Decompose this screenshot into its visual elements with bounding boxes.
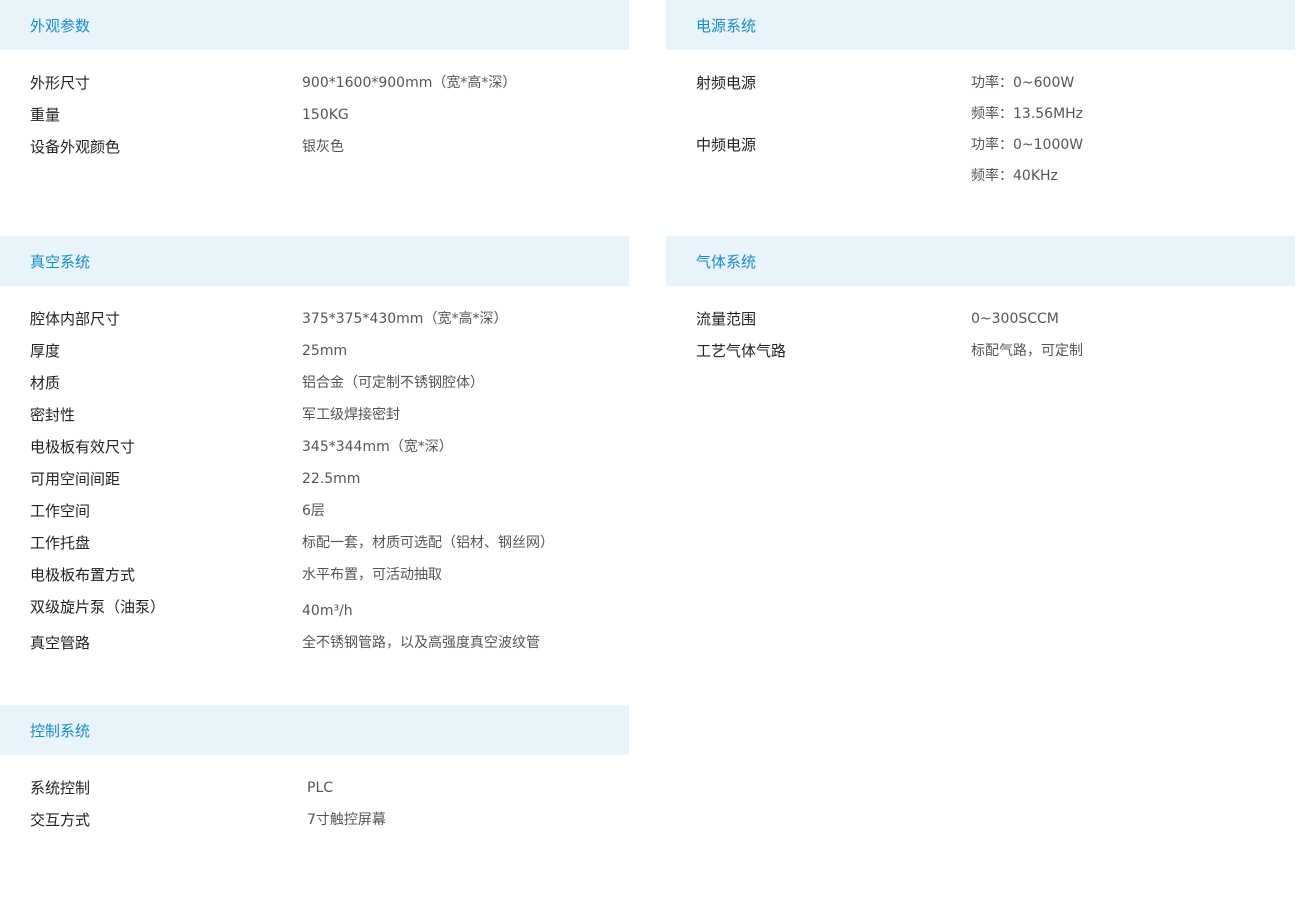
spec-row: 重量 150KG <box>0 99 629 131</box>
spec-label: 工作空间 <box>30 502 91 520</box>
spec-value: 水平布置，可活动抽取 <box>302 567 442 583</box>
spec-value: 150KG <box>302 107 349 123</box>
section-gas: 气体系统 流量范围 0~300SCCM 工艺气体气路 标配气路，可定制 <box>666 236 1295 367</box>
spec-label: 腔体内部尺寸 <box>30 310 121 328</box>
spec-value: 900*1600*900mm（宽*高*深） <box>302 75 517 91</box>
spec-value: 标配气路，可定制 <box>971 343 1083 359</box>
section-title: 电源系统 <box>696 16 757 35</box>
spec-row: 中频电源 功率：0~1000W 频率：40KHz <box>666 129 1295 191</box>
spec-value: PLC <box>307 780 334 796</box>
spec-label: 重量 <box>30 106 61 124</box>
spec-row: 射频电源 功率：0~600W 频率：13.56MHz <box>666 67 1295 129</box>
spec-value: 0~300SCCM <box>971 311 1059 327</box>
section-header-gas: 气体系统 <box>666 236 1295 286</box>
spec-value: 军工级焊接密封 <box>302 407 400 423</box>
spec-label: 交互方式 <box>30 811 91 829</box>
spec-value: 22.5mm <box>302 471 361 487</box>
spec-value: 全不锈钢管路，以及高强度真空波纹管 <box>302 635 540 651</box>
spec-value: 功率：0~1000W <box>971 137 1084 153</box>
spec-label: 厚度 <box>30 342 61 360</box>
section-title: 真空系统 <box>30 252 91 271</box>
spec-value: 7寸触控屏幕 <box>307 812 386 828</box>
spec-row: 电极板布置方式 水平布置，可活动抽取 <box>0 559 629 591</box>
spec-value: 铝合金（可定制不锈钢腔体） <box>302 375 484 391</box>
spec-label: 材质 <box>30 374 61 392</box>
spec-label: 可用空间间距 <box>30 470 121 488</box>
spec-label: 真空管路 <box>30 634 91 652</box>
spec-value: 345*344mm（宽*深） <box>302 439 453 455</box>
section-header-control: 控制系统 <box>0 705 629 755</box>
spec-label: 流量范围 <box>696 310 757 328</box>
spec-value: 频率：40KHz <box>971 168 1058 184</box>
section-control: 控制系统 系统控制 PLC 交互方式 7寸触控屏幕 <box>0 705 629 836</box>
spec-row: 厚度 25mm <box>0 335 629 367</box>
spec-label: 电极板有效尺寸 <box>30 438 136 456</box>
spec-row: 设备外观颜色 银灰色 <box>0 131 629 163</box>
spec-value: 银灰色 <box>302 139 344 155</box>
spec-label: 中频电源 <box>696 136 757 154</box>
spec-label: 外形尺寸 <box>30 74 91 92</box>
spec-row: 电极板有效尺寸 345*344mm（宽*深） <box>0 431 629 463</box>
section-appearance: 外观参数 外形尺寸 900*1600*900mm（宽*高*深） 重量 150KG… <box>0 0 629 163</box>
spec-label: 双级旋片泵（油泵） <box>30 598 166 616</box>
section-title: 外观参数 <box>30 16 91 35</box>
spec-label: 系统控制 <box>30 779 91 797</box>
spec-label: 密封性 <box>30 406 76 424</box>
spec-row: 密封性 军工级焊接密封 <box>0 399 629 431</box>
section-title: 气体系统 <box>696 252 757 271</box>
spec-value: 25mm <box>302 343 348 359</box>
spec-value: 频率：13.56MHz <box>971 106 1084 122</box>
spec-label: 工作托盘 <box>30 534 91 552</box>
spec-value: 6层 <box>302 503 325 519</box>
spec-value: 375*375*430mm（宽*高*深） <box>302 311 508 327</box>
spec-row: 系统控制 PLC <box>0 772 629 804</box>
spec-row: 流量范围 0~300SCCM <box>666 303 1295 335</box>
spec-row: 交互方式 7寸触控屏幕 <box>0 804 629 836</box>
spec-row: 工艺气体气路 标配气路，可定制 <box>666 335 1295 367</box>
spec-row: 材质 铝合金（可定制不锈钢腔体） <box>0 367 629 399</box>
spec-value: 40m³/h <box>302 603 353 619</box>
spec-row: 工作空间 6层 <box>0 495 629 527</box>
section-power: 电源系统 射频电源 功率：0~600W 频率：13.56MHz 中频电源 功率：… <box>666 0 1295 191</box>
spec-row: 外形尺寸 900*1600*900mm（宽*高*深） <box>0 67 629 99</box>
spec-value: 功率：0~600W <box>971 75 1075 91</box>
spec-value: 标配一套，材质可选配（铝材、钢丝网） <box>302 535 554 551</box>
spec-row: 可用空间间距 22.5mm <box>0 463 629 495</box>
section-title: 控制系统 <box>30 721 91 740</box>
spec-label: 设备外观颜色 <box>30 138 121 156</box>
spec-label: 工艺气体气路 <box>696 342 787 360</box>
spec-row: 双级旋片泵（油泵） 40m³/h <box>0 591 629 627</box>
spec-row: 腔体内部尺寸 375*375*430mm（宽*高*深） <box>0 303 629 335</box>
spec-label: 射频电源 <box>696 74 757 92</box>
spec-row: 真空管路 全不锈钢管路，以及高强度真空波纹管 <box>0 627 629 659</box>
section-header-appearance: 外观参数 <box>0 0 629 50</box>
spec-label: 电极板布置方式 <box>30 566 136 584</box>
section-header-power: 电源系统 <box>666 0 1295 50</box>
section-vacuum: 真空系统 腔体内部尺寸 375*375*430mm（宽*高*深） 厚度 25mm… <box>0 236 629 659</box>
section-header-vacuum: 真空系统 <box>0 236 629 286</box>
spec-row: 工作托盘 标配一套，材质可选配（铝材、钢丝网） <box>0 527 629 559</box>
